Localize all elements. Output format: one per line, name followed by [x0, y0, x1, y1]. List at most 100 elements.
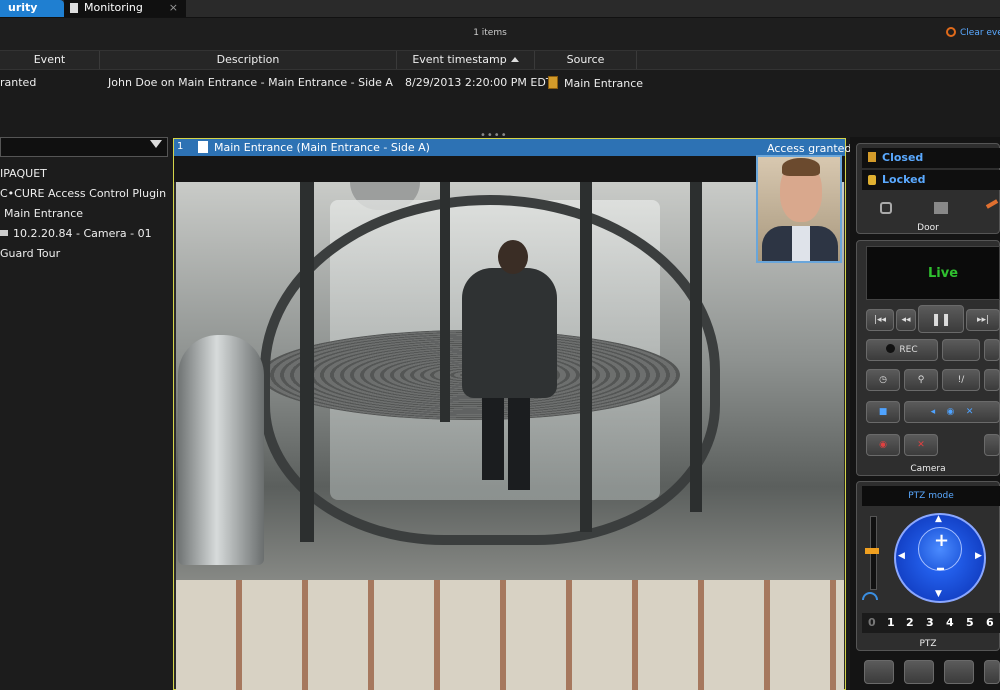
ptz-down-icon[interactable]: ▼	[935, 589, 942, 599]
tree-item-guard-tour[interactable]: Guard Tour	[0, 247, 60, 260]
record-icon	[886, 344, 896, 353]
column-event-timestamp[interactable]: Event timestamp	[397, 51, 535, 69]
ptz-widget-label: PTZ	[919, 639, 937, 649]
record-button[interactable]: REC	[866, 339, 938, 361]
tab-monitoring-label: Monitoring	[84, 1, 143, 14]
ptz-right-icon[interactable]: ▶	[975, 551, 982, 561]
zoom-out-icon[interactable]: –	[936, 558, 945, 579]
tab-monitoring[interactable]: Monitoring ×	[64, 0, 186, 17]
clear-events-label: Clear eve	[960, 28, 1000, 38]
person-body	[462, 268, 557, 398]
clear-events-button[interactable]: Clear eve	[946, 27, 1000, 38]
preset-0[interactable]: 0	[868, 616, 876, 629]
person-leg	[482, 395, 504, 480]
ptz-left-icon[interactable]: ◀	[898, 551, 905, 561]
access-status: Access granted	[767, 142, 852, 155]
door-state-locked: Locked	[862, 170, 1000, 190]
ptz-navigation-button[interactable]: ◂ ◉ ✕	[904, 401, 1000, 423]
tree-item-main-entrance[interactable]: Main Entrance	[4, 207, 83, 220]
person-head	[498, 240, 528, 274]
open-in-window-button[interactable]	[904, 660, 934, 684]
event-count: 1 items	[473, 28, 507, 38]
tree-item-camera-label: 10.2.20.84 - Camera - 01	[13, 227, 152, 240]
source-cell[interactable]: Main Entrance	[548, 76, 643, 90]
tree-item-root[interactable]: IPAQUET	[0, 167, 47, 180]
column-source[interactable]: Source	[535, 51, 637, 69]
forward-button[interactable]: ▸▸|	[966, 309, 1000, 331]
preset-2[interactable]: 2	[906, 616, 914, 629]
door-icon	[868, 152, 876, 162]
column-source-label: Source	[566, 53, 605, 66]
tree-item-camera[interactable]: 10.2.20.84 - Camera - 01	[0, 227, 152, 240]
video-floor-tiles	[176, 580, 844, 690]
cardholder-shirt	[792, 226, 810, 261]
door-icon	[198, 141, 208, 153]
unlock-icon[interactable]	[880, 202, 892, 214]
zoom-in-icon[interactable]: +	[934, 530, 949, 551]
door-state-closed: Closed	[862, 148, 1000, 168]
zoom-button[interactable]: ⚲	[904, 369, 938, 391]
preset-5[interactable]: 5	[966, 616, 974, 629]
door-post	[300, 182, 314, 542]
tile-number: 1	[177, 141, 184, 152]
preset-1[interactable]: 1	[887, 616, 895, 629]
cameras-button[interactable]	[944, 660, 974, 684]
camera-icon	[0, 230, 8, 236]
door-post	[580, 182, 592, 532]
timestamp-cell[interactable]: 8/29/2013 2:20:00 PM EDT	[405, 76, 553, 89]
record-label: REC	[899, 345, 918, 355]
person-leg	[508, 395, 530, 490]
globe-icon[interactable]	[984, 434, 1000, 456]
preset-6[interactable]: 6	[986, 616, 994, 629]
door-post	[440, 182, 450, 422]
column-description[interactable]: Description	[100, 51, 397, 69]
door-widget-label: Door	[917, 223, 939, 233]
preset-3[interactable]: 3	[926, 616, 934, 629]
source-label: Main Entrance	[564, 77, 644, 90]
column-event-label: Event	[33, 53, 66, 66]
tile-title: Main Entrance (Main Entrance - Side A)	[214, 141, 430, 154]
door-icon	[548, 76, 558, 89]
event-cell[interactable]: ranted	[0, 76, 36, 89]
column-description-label: Description	[216, 53, 280, 66]
lock-icon	[868, 175, 876, 185]
preset-4[interactable]: 4	[946, 616, 954, 629]
live-label: Live	[928, 266, 959, 281]
pause-button[interactable]: ❚❚	[918, 305, 964, 333]
zoom-slider-handle[interactable]	[865, 548, 879, 554]
description-cell[interactable]: John Doe on Main Entrance - Main Entranc…	[108, 76, 393, 89]
clear-icon	[946, 27, 956, 37]
visual-tracking-button[interactable]: ■	[866, 401, 900, 423]
column-event[interactable]: Event	[0, 51, 100, 69]
sort-ascending-icon	[510, 57, 519, 62]
search-input[interactable]	[0, 137, 168, 157]
camera-widget-label: Camera	[910, 464, 946, 474]
door-post	[690, 182, 702, 512]
close-icon[interactable]: ×	[169, 0, 178, 15]
bollard-shape	[178, 335, 264, 565]
alarm-toggle-button[interactable]	[984, 660, 1000, 684]
document-icon	[70, 3, 78, 13]
door-locked-label: Locked	[882, 173, 926, 186]
camera-extra-button[interactable]	[984, 339, 1000, 361]
door-closed-label: Closed	[882, 151, 924, 164]
cardholder-hair	[782, 158, 820, 176]
ptz-mode-label: PTZ mode	[862, 486, 1000, 506]
add-bookmark-button[interactable]	[942, 339, 980, 361]
video-letterbox	[174, 156, 845, 182]
rewind-button[interactable]: ◂◂	[896, 309, 916, 331]
alarm-button[interactable]: ◉	[866, 434, 900, 456]
ptz-up-icon[interactable]: ▲	[935, 514, 942, 524]
fullscreen-button[interactable]	[864, 660, 894, 684]
filter-icon[interactable]	[150, 140, 162, 148]
tab-security-desk[interactable]: urity Desk	[0, 0, 64, 29]
skip-back-button[interactable]: |◂◂	[866, 309, 894, 331]
column-timestamp-label: Event timestamp	[412, 53, 507, 66]
stop-button[interactable]: ✕	[904, 434, 938, 456]
tree-item-plugin[interactable]: C•CURE Access Control Plugin	[0, 187, 166, 200]
snapshot-button[interactable]	[984, 369, 1000, 391]
playback-time-button[interactable]: ◷	[866, 369, 900, 391]
digital-zoom-button[interactable]: !/	[942, 369, 980, 391]
override-icon[interactable]	[934, 202, 948, 214]
event-table-header: Event Description Event timestamp Source	[0, 50, 1000, 70]
